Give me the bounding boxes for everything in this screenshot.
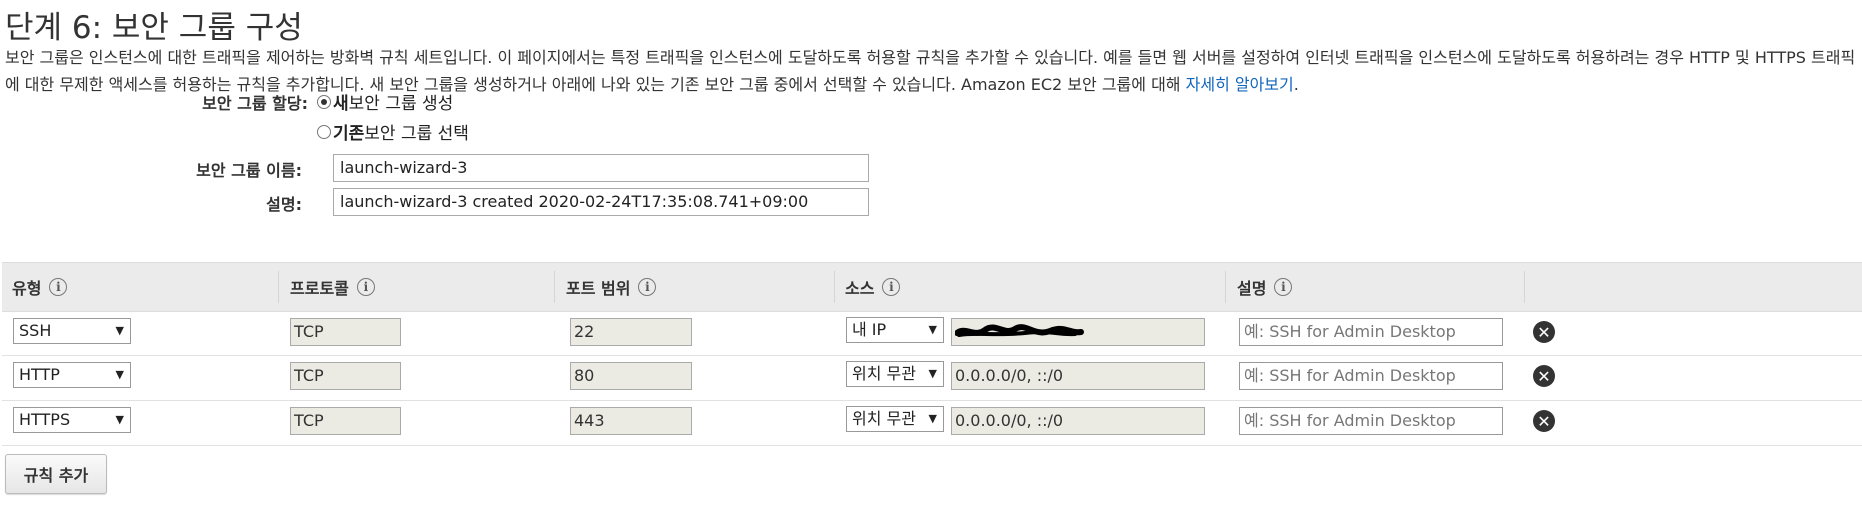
learn-more-link[interactable]: 자세히 알아보기 <box>1186 75 1294 94</box>
radio-option-existing[interactable]: 기존 보안 그룹 선택 <box>317 119 469 144</box>
chevron-down-icon: ▼ <box>115 368 124 381</box>
header-description-label: 설명 <box>1237 279 1267 298</box>
radio-option-new[interactable]: 새 보안 그룹 생성 <box>317 89 453 114</box>
source-cidr-input[interactable]: 0.0.0.0/0, ::/0 <box>951 407 1205 435</box>
chevron-down-icon: ▼ <box>115 413 124 426</box>
security-group-description-label: 설명: <box>266 195 302 214</box>
assign-security-group-label: 보안 그룹 할당: <box>202 94 308 113</box>
type-select[interactable]: HTTP ▼ <box>13 362 131 388</box>
protocol-field: TCP <box>290 362 401 390</box>
delete-rule-icon[interactable]: ✕ <box>1533 321 1555 343</box>
header-description: 설명 i <box>1237 263 1293 311</box>
type-value: HTTPS <box>19 410 71 429</box>
protocol-field: TCP <box>290 407 401 435</box>
header-divider <box>278 271 279 303</box>
security-group-name-label: 보안 그룹 이름: <box>196 161 302 180</box>
page-title: 단계 6: 보안 그룹 구성 <box>5 10 303 46</box>
radio-button-existing[interactable] <box>317 124 331 139</box>
option-new-label: 보안 그룹 생성 <box>348 94 454 114</box>
type-select[interactable]: HTTPS ▼ <box>13 407 131 433</box>
type-value: HTTP <box>19 365 60 384</box>
info-icon[interactable]: i <box>1274 278 1293 296</box>
header-protocol: 프로토콜 i <box>290 263 375 311</box>
delete-rule-icon[interactable]: ✕ <box>1533 365 1555 387</box>
source-select-value: 위치 무관 <box>852 409 916 428</box>
header-protocol-label: 프로토콜 <box>290 279 349 298</box>
header-type: 유형 i <box>12 263 68 311</box>
rules-table-header: 유형 i 프로토콜 i 포트 범위 i 소스 i 설명 i <box>2 262 1862 312</box>
header-source: 소스 i <box>845 263 901 311</box>
type-value: SSH <box>19 321 52 340</box>
redacted-ip-mark <box>955 324 1084 337</box>
protocol-field: TCP <box>290 318 401 346</box>
source-cidr-input[interactable] <box>951 318 1205 346</box>
type-select[interactable]: SSH ▼ <box>13 318 131 344</box>
chevron-down-icon: ▼ <box>928 412 937 425</box>
port-range-field: 22 <box>570 318 692 346</box>
option-new-bold: 새 <box>333 94 349 114</box>
header-port-range: 포트 범위 i <box>566 263 657 311</box>
port-range-field: 80 <box>570 362 692 390</box>
chevron-down-icon: ▼ <box>115 324 124 337</box>
header-type-label: 유형 <box>12 279 42 298</box>
option-existing-bold: 기존 <box>333 124 365 144</box>
info-icon[interactable]: i <box>49 278 68 296</box>
chevron-down-icon: ▼ <box>928 367 937 380</box>
header-divider <box>834 271 835 303</box>
header-port-range-label: 포트 범위 <box>566 279 631 298</box>
header-divider <box>554 271 555 303</box>
source-select-value: 내 IP <box>852 320 887 339</box>
info-icon[interactable]: i <box>356 278 375 296</box>
security-group-name-input[interactable]: launch-wizard-3 <box>333 154 869 182</box>
rule-description-input[interactable]: 예: SSH for Admin Desktop <box>1239 362 1503 390</box>
info-icon[interactable]: i <box>882 278 901 296</box>
description-text: 보안 그룹은 인스턴스에 대한 트래픽을 제어하는 방화벽 규칙 세트입니다. … <box>5 48 1856 94</box>
option-existing-label: 보안 그룹 선택 <box>364 124 469 144</box>
add-rule-button[interactable]: 규칙 추가 <box>5 454 107 494</box>
table-row: HTTP ▼ TCP 80 위치 무관 ▼ 0.0.0.0/0, ::/0 예: S… <box>2 356 1862 401</box>
rule-description-input[interactable]: 예: SSH for Admin Desktop <box>1239 407 1503 435</box>
source-select-value: 위치 무관 <box>852 364 916 383</box>
port-range-field: 443 <box>570 407 692 435</box>
security-group-description-input[interactable]: launch-wizard-3 created 2020-02-24T17:35… <box>333 188 869 216</box>
source-cidr-input[interactable]: 0.0.0.0/0, ::/0 <box>951 362 1205 390</box>
chevron-down-icon: ▼ <box>928 323 937 336</box>
source-select[interactable]: 위치 무관 ▼ <box>846 361 944 387</box>
source-select[interactable]: 내 IP ▼ <box>846 317 944 343</box>
header-divider <box>1225 271 1226 303</box>
rule-description-input[interactable]: 예: SSH for Admin Desktop <box>1239 318 1503 346</box>
header-divider <box>1524 271 1525 303</box>
info-icon[interactable]: i <box>638 278 657 296</box>
description-end: . <box>1293 75 1299 94</box>
delete-rule-icon[interactable]: ✕ <box>1533 410 1555 432</box>
source-select[interactable]: 위치 무관 ▼ <box>846 406 944 432</box>
table-row: SSH ▼ TCP 22 내 IP ▼ 예: SSH for Admin Deskt… <box>2 311 1862 356</box>
radio-button-new[interactable] <box>317 94 331 109</box>
table-row: HTTPS ▼ TCP 443 위치 무관 ▼ 0.0.0.0/0, ::/0 예:… <box>2 401 1862 446</box>
header-source-label: 소스 <box>845 279 875 298</box>
